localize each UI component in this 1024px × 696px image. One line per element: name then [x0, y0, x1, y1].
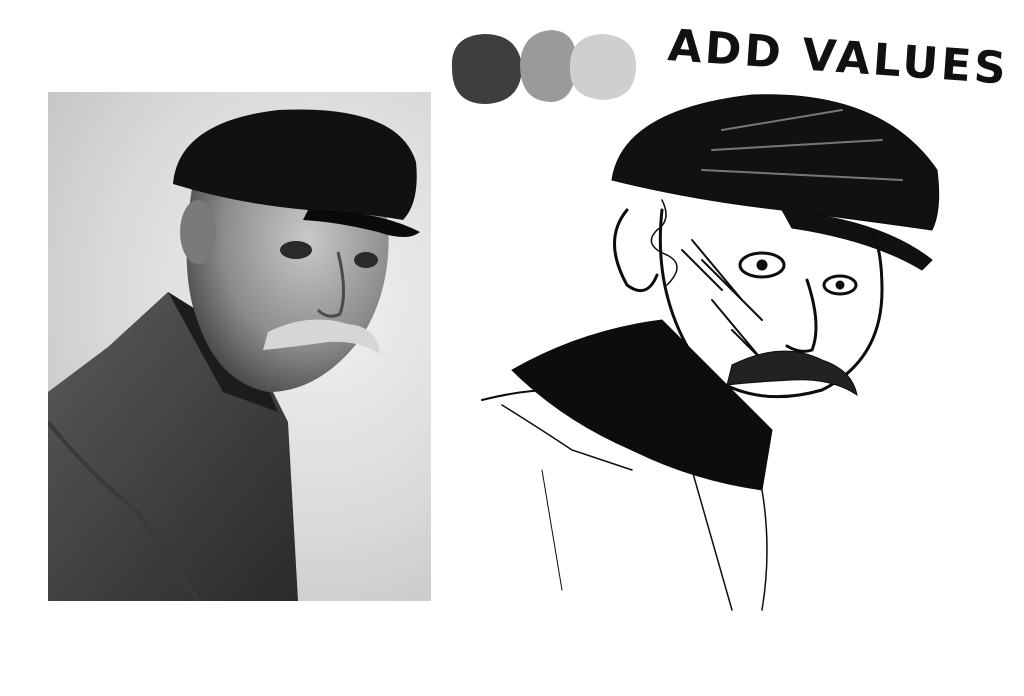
value-sketch-icon — [481, 94, 940, 611]
reference-photo — [48, 92, 431, 601]
old-man-photo-icon — [48, 109, 420, 601]
ink-sketch — [462, 70, 982, 630]
